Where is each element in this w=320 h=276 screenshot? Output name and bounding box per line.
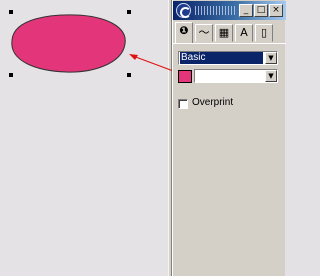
drawing-canvas[interactable] (0, 0, 168, 276)
page-icon: ▯ (260, 26, 268, 39)
fill-type-value: Basic (180, 52, 263, 64)
tab-stroke[interactable]: 〜 (195, 24, 213, 42)
fill-inspector-panel: _ □ × ❶ 〜 ▦ A ▯ Basic ▼ ▼ Overprint (172, 0, 286, 276)
text-icon: A (240, 26, 248, 39)
selection-handle-bottom-right[interactable] (127, 73, 131, 77)
fill-type-select[interactable]: Basic ▼ (178, 51, 278, 65)
tab-document[interactable]: ▯ (255, 24, 273, 42)
selection-handle-bottom-left[interactable] (9, 73, 13, 77)
selection-handle-top-right[interactable] (127, 10, 131, 14)
fill-color-swatch[interactable] (178, 70, 192, 83)
tab-text[interactable]: A (235, 24, 253, 42)
freehand-app-icon (176, 3, 191, 18)
color-select[interactable]: ▼ (194, 69, 278, 83)
overprint-checkbox[interactable] (178, 99, 188, 109)
close-button[interactable]: × (269, 4, 283, 17)
chevron-down-icon[interactable]: ▼ (265, 52, 277, 64)
fill-icon: ❶ (179, 24, 189, 37)
selection-handle-top-left[interactable] (9, 10, 13, 14)
gradient-icon: ▦ (218, 26, 230, 39)
color-value (196, 70, 263, 82)
stroke-icon: 〜 (198, 26, 210, 39)
overprint-label[interactable]: Overprint (192, 97, 233, 108)
tab-gradient[interactable]: ▦ (215, 24, 233, 42)
panel-titlebar[interactable]: _ □ × (173, 1, 286, 20)
tab-fill[interactable]: ❶ (175, 22, 193, 44)
chevron-down-icon[interactable]: ▼ (265, 70, 277, 82)
inspector-tabs: ❶ 〜 ▦ A ▯ (173, 22, 286, 44)
titlebar-grip (195, 6, 235, 15)
maximize-button[interactable]: □ (254, 4, 268, 17)
minimize-button[interactable]: _ (239, 4, 253, 17)
